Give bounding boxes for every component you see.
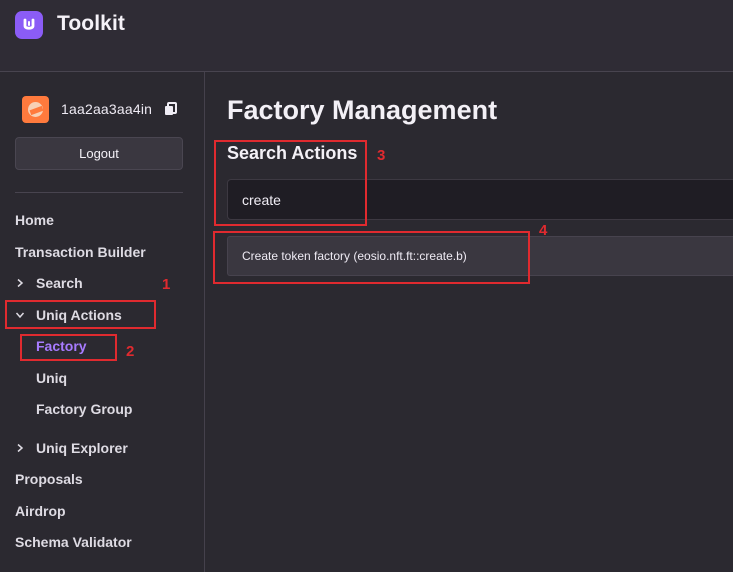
chevron-down-icon	[15, 312, 25, 319]
logo-u-icon	[23, 18, 35, 30]
sidebar-divider	[15, 192, 183, 193]
sidebar-item-factory-group[interactable]: Factory Group	[36, 401, 132, 417]
copy-icon[interactable]	[164, 102, 178, 116]
sidebar-item-label: Uniq Explorer	[36, 440, 128, 456]
sidebar-item-search[interactable]: Search	[15, 275, 83, 291]
sidebar-item-label: Search	[36, 275, 83, 291]
sidebar-item-uniq-actions[interactable]: Uniq Actions	[15, 307, 122, 323]
chevron-right-icon	[17, 278, 24, 288]
toolkit-page: Toolkit 1aa2aa3aa4in Logout Home Transac…	[0, 0, 733, 572]
page-title: Factory Management	[227, 95, 498, 125]
search-input[interactable]	[227, 179, 733, 220]
sidebar-item-uniq-explorer[interactable]: Uniq Explorer	[15, 440, 128, 456]
sidebar-item-transaction-builder[interactable]: Transaction Builder	[15, 244, 146, 260]
unique-logo-icon[interactable]	[15, 11, 43, 39]
sidebar-item-proposals[interactable]: Proposals	[15, 471, 83, 487]
logout-button[interactable]: Logout	[15, 137, 183, 170]
sidebar-item-schema-validator[interactable]: Schema Validator	[15, 534, 132, 550]
chevron-right-icon	[17, 443, 24, 453]
username: 1aa2aa3aa4in	[61, 101, 153, 117]
search-result-create-token-factory[interactable]: Create token factory (eosio.nft.ft::crea…	[227, 236, 733, 276]
sidebar-item-airdrop[interactable]: Airdrop	[15, 503, 66, 519]
app-title: Toolkit	[57, 12, 125, 35]
sidebar-item-home[interactable]: Home	[15, 212, 54, 228]
search-actions-heading: Search Actions	[227, 143, 358, 163]
sidebar-item-factory[interactable]: Factory	[36, 338, 87, 354]
sidebar-item-label: Uniq Actions	[36, 307, 122, 323]
top-header: Toolkit	[0, 0, 733, 72]
avatar-icon	[22, 96, 49, 123]
sidebar-item-uniq[interactable]: Uniq	[36, 370, 67, 386]
